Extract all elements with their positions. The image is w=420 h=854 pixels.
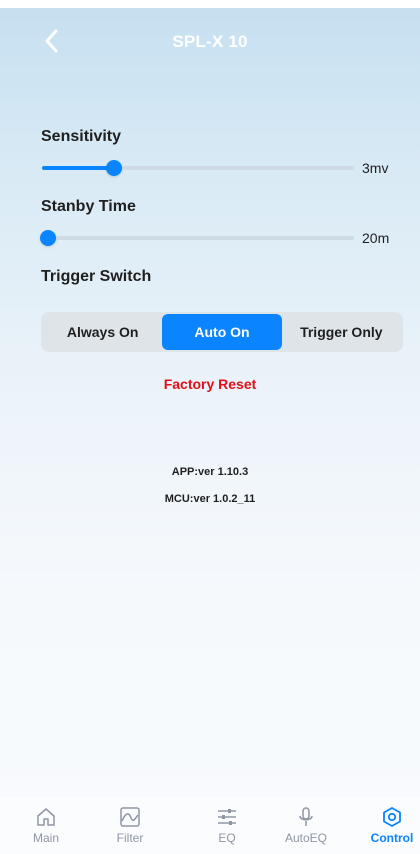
sensitivity-value: 3mv — [362, 160, 389, 176]
standby-time-slider[interactable] — [40, 228, 354, 248]
slider-fill — [42, 166, 114, 170]
app-version: APP:ver 1.10.3 — [171, 466, 249, 478]
slider-thumb[interactable] — [105, 160, 122, 176]
mcu-version: MCU:ver 1.0.2_11 — [164, 493, 256, 505]
standby-time-label: Stanby Time — [41, 198, 136, 215]
nav-item-control[interactable]: Control — [357, 798, 420, 854]
nav-item-eq[interactable]: EQ — [192, 798, 262, 854]
microphone-icon — [299, 807, 313, 826]
control-icon — [383, 807, 401, 827]
trigger-switch-segmented-control: Always On Auto On Trigger Only — [41, 312, 403, 352]
sensitivity-slider[interactable] — [42, 158, 354, 178]
sensitivity-label: Sensitivity — [41, 128, 122, 145]
header: SPL-X 10 — [0, 8, 420, 74]
nav-label-autoeq: AutoEQ — [284, 831, 328, 845]
nav-label-control: Control — [370, 831, 414, 845]
slider-track — [42, 236, 354, 240]
slider-thumb[interactable] — [40, 230, 57, 246]
filter-icon — [120, 807, 140, 827]
nav-label-main: Main — [32, 831, 59, 845]
eq-icon — [218, 809, 236, 825]
status-bar — [0, 0, 420, 8]
nav-label-eq: EQ — [218, 831, 236, 845]
trigger-option-trigger-only[interactable]: Trigger Only — [282, 314, 401, 350]
nav-item-filter[interactable]: Filter — [95, 798, 165, 854]
factory-reset-button[interactable]: Factory Reset — [0, 376, 420, 392]
trigger-option-auto-on[interactable]: Auto On — [162, 314, 282, 350]
page-title: SPL-X 10 — [172, 32, 248, 51]
nav-item-main[interactable]: Main — [11, 798, 81, 854]
home-icon — [37, 808, 55, 826]
trigger-switch-label: Trigger Switch — [41, 268, 152, 285]
trigger-option-always-on[interactable]: Always On — [43, 314, 162, 350]
nav-label-filter: Filter — [116, 831, 144, 845]
standby-time-value: 20m — [362, 230, 390, 246]
bottom-nav: Main Filter EQ AutoEQ Control — [0, 798, 420, 854]
nav-item-autoeq[interactable]: AutoEQ — [271, 798, 341, 854]
